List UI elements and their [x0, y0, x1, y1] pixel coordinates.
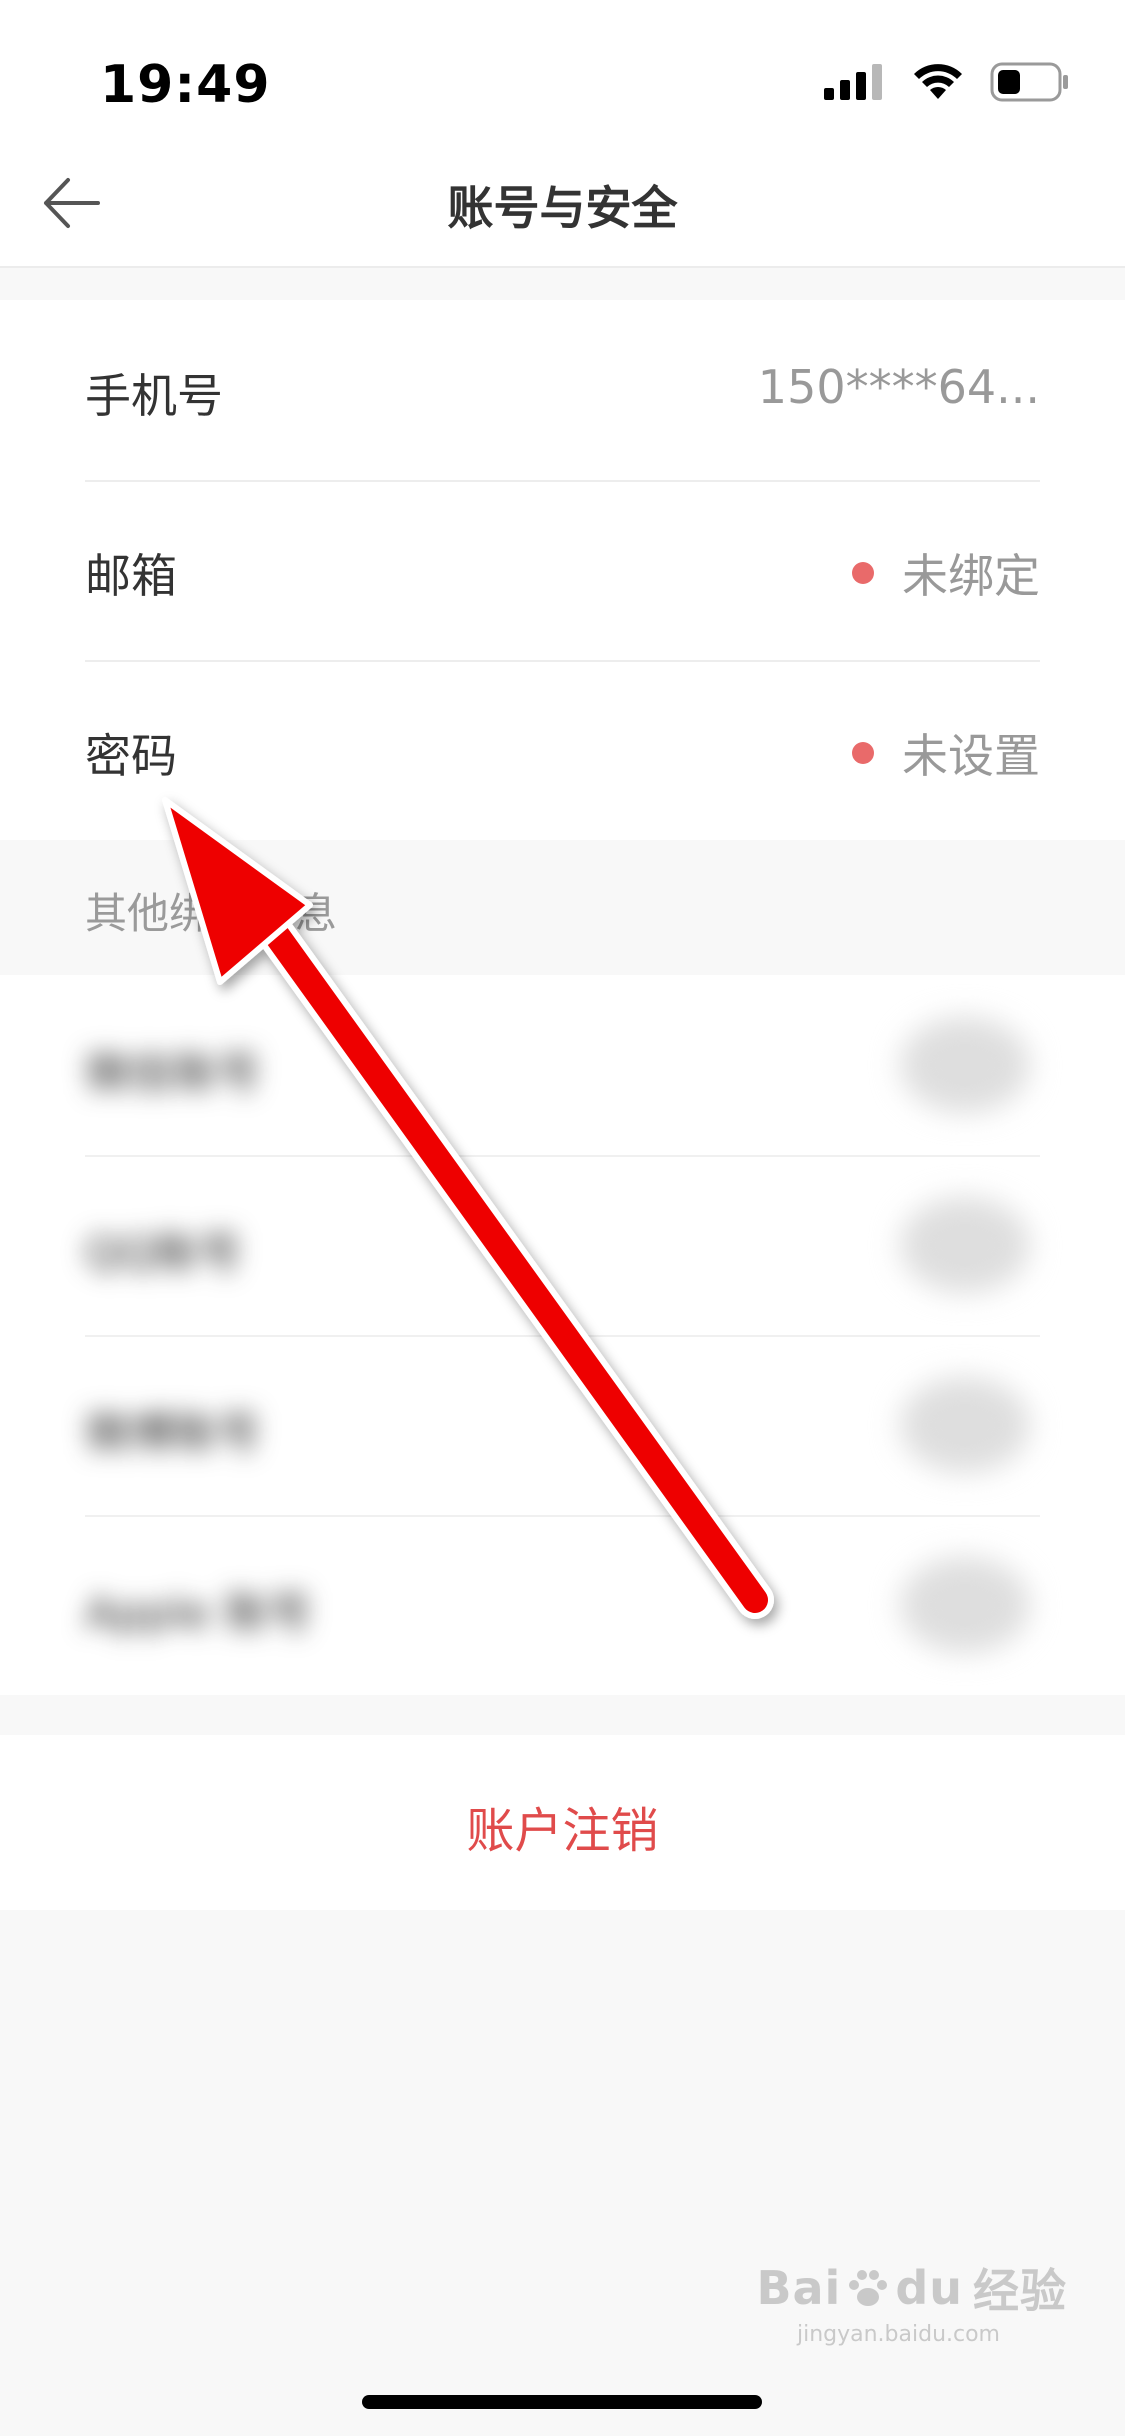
binding-toggle[interactable]	[900, 1377, 1030, 1473]
watermark-brand-2: du	[895, 2261, 963, 2315]
binding-row[interactable]: Apple 账号	[85, 1515, 1040, 1695]
password-row[interactable]: 密码 未设置	[85, 660, 1040, 840]
binding-row[interactable]: 微信账号	[85, 975, 1040, 1157]
password-value: 未设置	[852, 720, 1040, 786]
phone-row[interactable]: 手机号 150****64...	[85, 300, 1040, 482]
email-label: 邮箱	[85, 549, 177, 603]
password-label: 密码	[85, 729, 177, 783]
nav-bar: 账号与安全	[0, 150, 1125, 268]
battery-icon	[990, 62, 1068, 102]
watermark-site: jingyan.baidu.com	[796, 2322, 1000, 2347]
binding-label: QQ账号	[85, 1228, 243, 1279]
watermark-brand-cn: 经验	[973, 2264, 1067, 2318]
binding-toggle[interactable]	[900, 1017, 1030, 1113]
email-status: 未绑定	[902, 549, 1040, 603]
alert-dot-icon	[852, 562, 874, 584]
binding-toggle[interactable]	[900, 1197, 1030, 1293]
phone-value: 150****64...	[758, 360, 1040, 414]
logout-card: 账户注销	[0, 1735, 1125, 1910]
status-icons	[824, 62, 1070, 102]
status-bar: 19:49	[0, 0, 1125, 150]
watermark-brand: Bai	[756, 2261, 842, 2315]
page-title: 账号与安全	[447, 181, 678, 235]
password-status: 未设置	[902, 729, 1040, 783]
account-info-card: 手机号 150****64... 邮箱 未绑定 密码 未设置	[0, 300, 1125, 840]
bindings-card: 微信账号 QQ账号 微博账号 Apple 账号	[0, 975, 1125, 1695]
binding-row[interactable]: 微博账号	[85, 1335, 1040, 1517]
wifi-icon	[914, 64, 962, 99]
binding-label: 微信账号	[85, 1048, 261, 1099]
binding-label: Apple 账号	[85, 1588, 313, 1639]
alert-dot-icon	[852, 742, 874, 764]
binding-label: 微博账号	[85, 1408, 261, 1459]
email-value: 未绑定	[852, 540, 1040, 606]
signal-icon	[824, 64, 882, 100]
email-row[interactable]: 邮箱 未绑定	[85, 480, 1040, 662]
baidu-watermark: Bai du 经验	[756, 2255, 1067, 2321]
account-deletion-button[interactable]: 账户注销	[0, 1791, 1125, 1861]
phone-label: 手机号	[85, 369, 223, 423]
binding-toggle[interactable]	[900, 1557, 1030, 1653]
home-indicator	[362, 2395, 762, 2409]
status-time: 19:49	[100, 55, 271, 115]
phone-number: 150****64...	[757, 360, 1040, 414]
paw-icon	[849, 2270, 888, 2306]
binding-row[interactable]: QQ账号	[85, 1155, 1040, 1337]
section-label-other-bindings: 其他绑定信息	[85, 889, 338, 938]
